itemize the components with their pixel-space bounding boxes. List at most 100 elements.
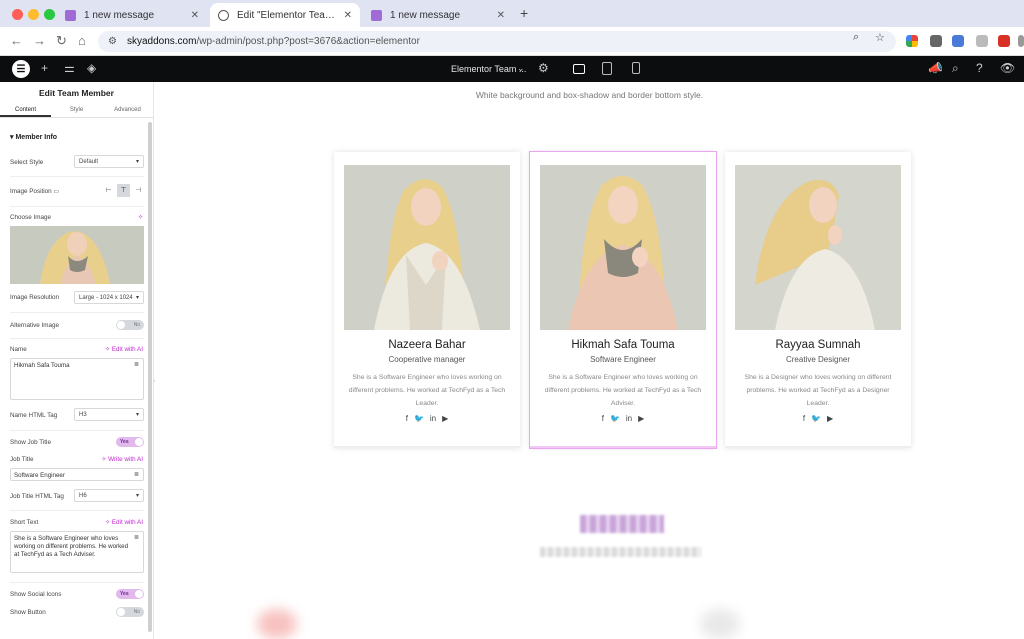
social-icons: f 🐦 in ▶ — [334, 414, 520, 423]
section-subtitle: White background and box-shadow and bord… — [475, 90, 704, 100]
search-icon[interactable]: ⌕ — [952, 61, 959, 76]
desktop-view-icon[interactable] — [573, 64, 585, 74]
dynamic-tags-icon[interactable]: ≣ — [134, 535, 139, 543]
show-job-title-toggle[interactable]: Yes — [116, 437, 144, 447]
twitter-icon[interactable]: 🐦 — [610, 414, 620, 423]
show-social-icons-toggle[interactable]: Yes — [116, 589, 144, 599]
toggle-knob — [135, 590, 143, 598]
extension-shield-icon[interactable] — [930, 35, 942, 47]
divider — [10, 430, 144, 431]
facebook-icon[interactable]: f — [406, 414, 408, 423]
member-photo — [735, 165, 901, 330]
linkedin-icon[interactable]: in — [626, 414, 632, 423]
close-icon[interactable]: ✕ — [497, 10, 505, 21]
ai-sparkle-icon[interactable]: ✧ — [138, 214, 143, 221]
extension-menu-icon[interactable] — [1018, 35, 1024, 47]
document-title[interactable]: Elementor Team ... — [451, 64, 526, 74]
blurred-decoration — [257, 609, 297, 639]
editor-panel: Edit Team Member Content Style Advanced … — [0, 82, 154, 639]
tablet-view-icon[interactable] — [602, 62, 612, 75]
section-title: Member Info — [15, 134, 58, 141]
url-path: /wp-admin/post.php?post=3676&action=elem… — [196, 36, 420, 47]
elementor-top-bar: ☰ + ⚌ ◈ Elementor Team ... ⌄ ⚙ 📣 ⌕ ? 👁 — [0, 56, 1024, 82]
mobile-view-icon[interactable] — [632, 62, 640, 74]
job-title-value: Software Engineer — [14, 472, 65, 479]
close-window-button[interactable] — [12, 9, 23, 20]
twitter-icon[interactable]: 🐦 — [414, 414, 424, 423]
short-text-textarea[interactable]: She is a Software Engineer who loves wor… — [10, 531, 144, 573]
close-icon[interactable]: ✕ — [191, 10, 199, 21]
alternative-image-toggle[interactable]: No — [116, 320, 144, 330]
align-left-icon[interactable]: ⊢ — [102, 184, 115, 197]
team-member-card[interactable]: Rayyaa Sumnah Creative Designer She is a… — [725, 152, 911, 448]
reload-icon[interactable]: ↻ — [56, 33, 67, 49]
forward-arrow-icon[interactable]: → — [33, 33, 46, 48]
preview-eye-icon[interactable]: 👁 — [1000, 61, 1015, 75]
twitter-icon[interactable]: 🐦 — [811, 414, 821, 423]
new-tab-button[interactable]: + — [520, 5, 528, 21]
youtube-icon[interactable]: ▶ — [442, 414, 448, 423]
align-right-icon[interactable]: ⊣ — [132, 184, 145, 197]
panel-scrollbar[interactable] — [148, 122, 152, 632]
tab-advanced[interactable]: Advanced — [102, 104, 153, 117]
show-button-toggle[interactable]: No — [116, 607, 144, 617]
notifications-icon[interactable]: 📣 — [928, 61, 943, 75]
edit-with-ai-link[interactable]: ✧ Edit with AI — [105, 346, 143, 353]
home-icon[interactable]: ⌂ — [78, 33, 86, 48]
browser-tab-1[interactable]: 1 new message ✕ — [57, 3, 207, 27]
youtube-icon[interactable]: ▶ — [827, 414, 833, 423]
write-with-ai-link[interactable]: ✧ Write with AI — [101, 456, 143, 463]
toggle-label: Yes — [120, 590, 129, 597]
choose-image-preview[interactable] — [10, 226, 144, 284]
minimize-window-button[interactable] — [28, 9, 39, 20]
edit-with-ai-link[interactable]: ✧ Edit with AI — [105, 519, 143, 526]
youtube-icon[interactable]: ▶ — [638, 414, 644, 423]
show-button-label: Show Button — [10, 609, 46, 616]
team-member-card-selected[interactable]: Hikmah Safa Touma Software Engineer She … — [529, 151, 717, 449]
browser-tab-bar: 1 new message ✕ Edit "Elementor Team Mem… — [0, 0, 1024, 27]
extension-profile-icon[interactable] — [976, 35, 988, 47]
add-element-icon[interactable]: + — [41, 61, 48, 75]
toggle-knob — [135, 438, 143, 446]
maximize-window-button[interactable] — [44, 9, 55, 20]
url-input[interactable]: ⚙ skyaddons.com/wp-admin/post.php?post=3… — [98, 31, 896, 52]
member-name: Nazeera Bahar — [388, 339, 466, 351]
image-resolution-dropdown[interactable]: Large - 1024 x 1024 ▾ — [74, 291, 144, 304]
tab-content[interactable]: Content — [0, 104, 51, 117]
elementor-logo-icon[interactable]: ☰ — [12, 60, 30, 78]
name-textarea[interactable]: Hikmah Safa Touma ≣ — [10, 358, 144, 400]
job-title-html-tag-dropdown[interactable]: H6 ▾ — [74, 489, 144, 502]
section-member-info[interactable]: ▾ Member Info — [10, 133, 57, 141]
browser-tab-3[interactable]: 1 new message ✕ — [363, 3, 513, 27]
facebook-icon[interactable]: f — [602, 414, 604, 423]
structure-layers-icon[interactable]: ◈ — [87, 61, 96, 75]
extension-translate-icon[interactable] — [952, 35, 964, 47]
name-html-tag-dropdown[interactable]: H3 ▾ — [74, 408, 144, 421]
short-text-label: Short Text — [10, 519, 39, 526]
dynamic-tags-icon[interactable]: ≣ — [134, 362, 139, 370]
chevron-down-icon[interactable]: ⌄ — [517, 63, 525, 74]
align-top-icon[interactable]: ⊤ — [117, 184, 130, 197]
bookmark-star-icon[interactable]: ☆ — [875, 31, 885, 44]
help-icon[interactable]: ? — [976, 61, 983, 75]
name-html-tag-label: Name HTML Tag — [10, 412, 58, 419]
back-arrow-icon[interactable]: ← — [10, 33, 23, 48]
tab-style[interactable]: Style — [51, 104, 102, 117]
extension-color-icon[interactable] — [906, 35, 918, 47]
job-title-input[interactable]: Software Engineer ≣ — [10, 468, 144, 481]
name-label: Name — [10, 346, 27, 353]
facebook-icon[interactable]: f — [803, 414, 805, 423]
team-member-card[interactable]: Nazeera Bahar Cooperative manager She is… — [334, 152, 520, 448]
select-style-dropdown[interactable]: Default ▾ — [74, 155, 144, 168]
site-settings-icon[interactable]: ⚌ — [64, 61, 75, 75]
page-settings-gear-icon[interactable]: ⚙ — [538, 61, 549, 75]
linkedin-icon[interactable]: in — [430, 414, 436, 423]
extension-red-icon[interactable] — [998, 35, 1010, 47]
divider — [10, 582, 144, 583]
dynamic-tags-icon[interactable]: ≣ — [134, 471, 139, 478]
panel-title: Edit Team Member — [39, 88, 114, 98]
zoom-icon[interactable]: ⌕ — [853, 31, 859, 44]
site-settings-icon[interactable]: ⚙ — [108, 36, 117, 47]
browser-tab-2[interactable]: Edit "Elementor Team Member" ✕ — [210, 3, 360, 27]
close-icon[interactable]: ✕ — [344, 10, 352, 21]
